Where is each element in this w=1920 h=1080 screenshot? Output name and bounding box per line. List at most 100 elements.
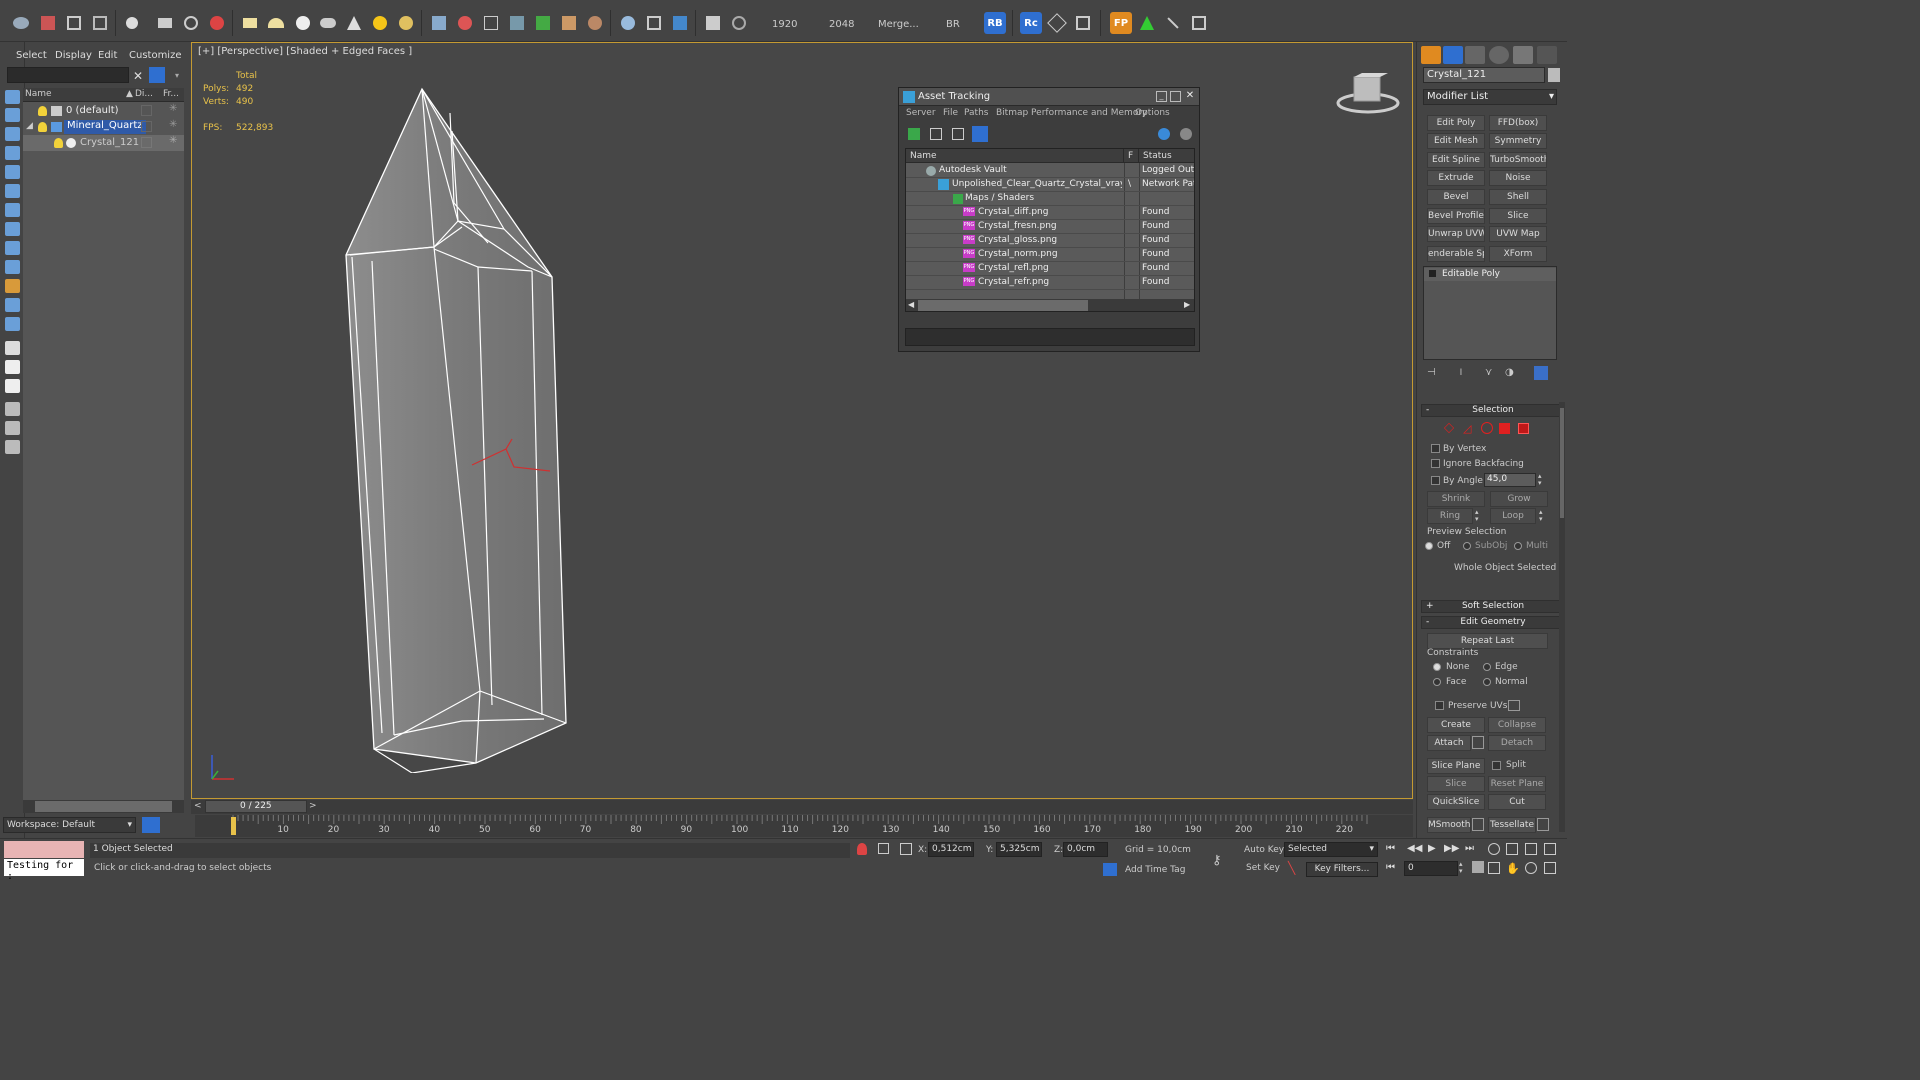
tree-row[interactable]: Crystal_121 ✳ bbox=[23, 135, 184, 151]
table-row[interactable]: PNG Crystal_fresn.png Found bbox=[906, 220, 1194, 234]
material-editor-icon[interactable] bbox=[643, 12, 665, 34]
menu-options[interactable]: Options bbox=[1135, 108, 1170, 118]
viewport-label[interactable]: [+] [Perspective] [Shaded + Edged Faces … bbox=[198, 46, 412, 57]
repeat-last-button[interactable]: Repeat Last bbox=[1427, 633, 1548, 649]
merge-button[interactable]: Merge... bbox=[878, 19, 919, 30]
tessellate-button[interactable]: Tessellate bbox=[1488, 817, 1536, 833]
modifier-button[interactable]: XForm bbox=[1489, 246, 1547, 262]
cross-tools-icon[interactable] bbox=[1162, 12, 1184, 34]
modifier-button[interactable]: Edit Mesh bbox=[1427, 133, 1485, 149]
edit-geometry-rollout-header[interactable]: - Edit Geometry bbox=[1421, 616, 1565, 629]
help-icon[interactable] bbox=[728, 12, 750, 34]
play-icon[interactable]: ▶ bbox=[1428, 843, 1436, 854]
ring-spinner-icon[interactable]: ▴ ▾ bbox=[1475, 509, 1479, 523]
menu-server[interactable]: Server bbox=[906, 108, 936, 118]
make-unique-icon[interactable]: ⋎ bbox=[1485, 367, 1497, 379]
zoom-extents-all-icon[interactable] bbox=[1544, 843, 1556, 855]
key-mode-icon[interactable]: ⏮ bbox=[1386, 862, 1395, 873]
modifier-list-dropdown[interactable]: Modifier List ▾ bbox=[1423, 89, 1557, 105]
preserve-uvs-checkbox[interactable] bbox=[1435, 701, 1444, 710]
cut-button[interactable]: Cut bbox=[1488, 794, 1546, 810]
maximize-viewport-icon[interactable] bbox=[1544, 862, 1556, 874]
frame-spinner-icon[interactable]: ▴ ▾ bbox=[1459, 861, 1463, 875]
undo-icon[interactable] bbox=[10, 12, 32, 34]
menu-edit[interactable]: Edit bbox=[98, 50, 117, 61]
filter-icon[interactable] bbox=[5, 402, 20, 416]
table-row[interactable]: PNG Crystal_refr.png Found bbox=[906, 276, 1194, 290]
next-frame-icon[interactable]: > bbox=[309, 801, 317, 811]
zoom-extents-icon[interactable] bbox=[1525, 843, 1537, 855]
by-angle-checkbox[interactable] bbox=[1431, 476, 1440, 485]
display-containers-icon[interactable] bbox=[5, 279, 20, 293]
show-end-result-icon[interactable]: ⏽ bbox=[1457, 367, 1469, 379]
layer-manager-icon[interactable] bbox=[142, 817, 160, 833]
isolate-icon[interactable] bbox=[857, 843, 867, 855]
constraint-edge-radio[interactable] bbox=[1483, 663, 1491, 671]
display-toggle-icon[interactable] bbox=[141, 121, 152, 132]
light-icon[interactable] bbox=[121, 12, 143, 34]
box-icon[interactable] bbox=[239, 12, 261, 34]
render-height[interactable]: 2048 bbox=[829, 19, 854, 30]
constraint-none-radio[interactable] bbox=[1433, 663, 1441, 671]
modifier-button[interactable]: UVW Map bbox=[1489, 226, 1547, 242]
select-link-icon[interactable] bbox=[37, 12, 59, 34]
teapot-icon[interactable] bbox=[317, 12, 339, 34]
layers-icon[interactable] bbox=[702, 12, 724, 34]
modifier-button[interactable]: Edit Poly bbox=[1427, 115, 1485, 131]
polygon-mode-icon[interactable] bbox=[1499, 423, 1510, 434]
motion-tab-icon[interactable] bbox=[1489, 46, 1509, 64]
table-row[interactable]: PNG Crystal_refl.png Found bbox=[906, 262, 1194, 276]
scrollbar-thumb[interactable] bbox=[35, 801, 172, 812]
gold-sphere-icon[interactable] bbox=[395, 12, 417, 34]
menu-display[interactable]: Display bbox=[55, 50, 92, 61]
hemisphere-icon[interactable] bbox=[265, 12, 287, 34]
vertex-mode-icon[interactable] bbox=[1443, 422, 1455, 434]
tree-label[interactable]: 0 (default) bbox=[66, 105, 119, 116]
shrink-button[interactable]: Shrink bbox=[1427, 491, 1485, 507]
orbit-icon[interactable] bbox=[1525, 862, 1537, 874]
tree-label[interactable]: Mineral_Quartz bbox=[64, 120, 146, 134]
hair-icon[interactable] bbox=[558, 12, 580, 34]
slice-plane-button[interactable]: Slice Plane bbox=[1427, 758, 1485, 774]
ring-button[interactable]: Ring bbox=[1427, 508, 1473, 524]
angle-spinner[interactable]: 45,0 bbox=[1484, 473, 1536, 487]
configure-modifier-sets-icon[interactable] bbox=[1534, 366, 1548, 380]
tree-row[interactable]: ◢ Mineral_Quartz ✳ bbox=[23, 119, 184, 135]
modifier-button[interactable]: Bevel bbox=[1427, 189, 1485, 205]
hierarchy-tab-icon[interactable] bbox=[1465, 46, 1485, 64]
ignore-backfacing-checkbox[interactable] bbox=[1431, 459, 1440, 468]
create-tab-icon[interactable] bbox=[1421, 46, 1441, 64]
time-slider-thumb[interactable]: 0 / 225 bbox=[205, 800, 307, 813]
table-row[interactable]: Unpolished_Clear_Quartz_Crystal_vray....… bbox=[906, 178, 1194, 192]
grass-icon[interactable] bbox=[532, 12, 554, 34]
display-all-icon[interactable] bbox=[5, 90, 20, 104]
horizontal-scrollbar[interactable]: ◀ ▶ bbox=[906, 299, 1194, 311]
rc-button[interactable]: Rc bbox=[1020, 12, 1042, 34]
constraint-face-radio[interactable] bbox=[1433, 678, 1441, 686]
modifier-button[interactable]: Extrude bbox=[1427, 170, 1485, 186]
sun-icon[interactable] bbox=[369, 12, 391, 34]
column-flag[interactable]: F bbox=[1124, 149, 1139, 163]
modifier-button[interactable]: Slice bbox=[1489, 208, 1547, 224]
modifier-button[interactable]: Unwrap UVW bbox=[1427, 226, 1485, 242]
grow-button[interactable]: Grow bbox=[1490, 491, 1548, 507]
crystal-wireframe[interactable] bbox=[332, 83, 572, 773]
tree-row[interactable]: 0 (default) ✳ bbox=[23, 103, 184, 119]
horizontal-scrollbar[interactable] bbox=[23, 800, 184, 813]
object-name-field[interactable]: Crystal_121 bbox=[1423, 67, 1545, 83]
help-icon[interactable] bbox=[1158, 128, 1170, 140]
thumbnail-view-icon[interactable] bbox=[952, 128, 964, 140]
expand-icon[interactable]: ◢ bbox=[26, 121, 33, 131]
column-freeze[interactable]: Fr... bbox=[163, 89, 179, 99]
preview-multi-radio[interactable] bbox=[1514, 542, 1522, 550]
display-none-icon[interactable] bbox=[5, 360, 20, 374]
cone-icon[interactable] bbox=[343, 12, 365, 34]
filter-toggle-icon[interactable] bbox=[149, 67, 165, 83]
remove-modifier-icon[interactable]: ◑ bbox=[1505, 367, 1517, 379]
object-color-swatch[interactable] bbox=[1548, 68, 1560, 82]
field-of-view-icon[interactable] bbox=[1488, 862, 1500, 874]
modifier-button[interactable]: Edit Spline bbox=[1427, 152, 1485, 168]
constraint-normal-radio[interactable] bbox=[1483, 678, 1491, 686]
freeze-icon[interactable]: ✳ bbox=[169, 135, 177, 146]
modifier-button[interactable]: Shell bbox=[1489, 189, 1547, 205]
